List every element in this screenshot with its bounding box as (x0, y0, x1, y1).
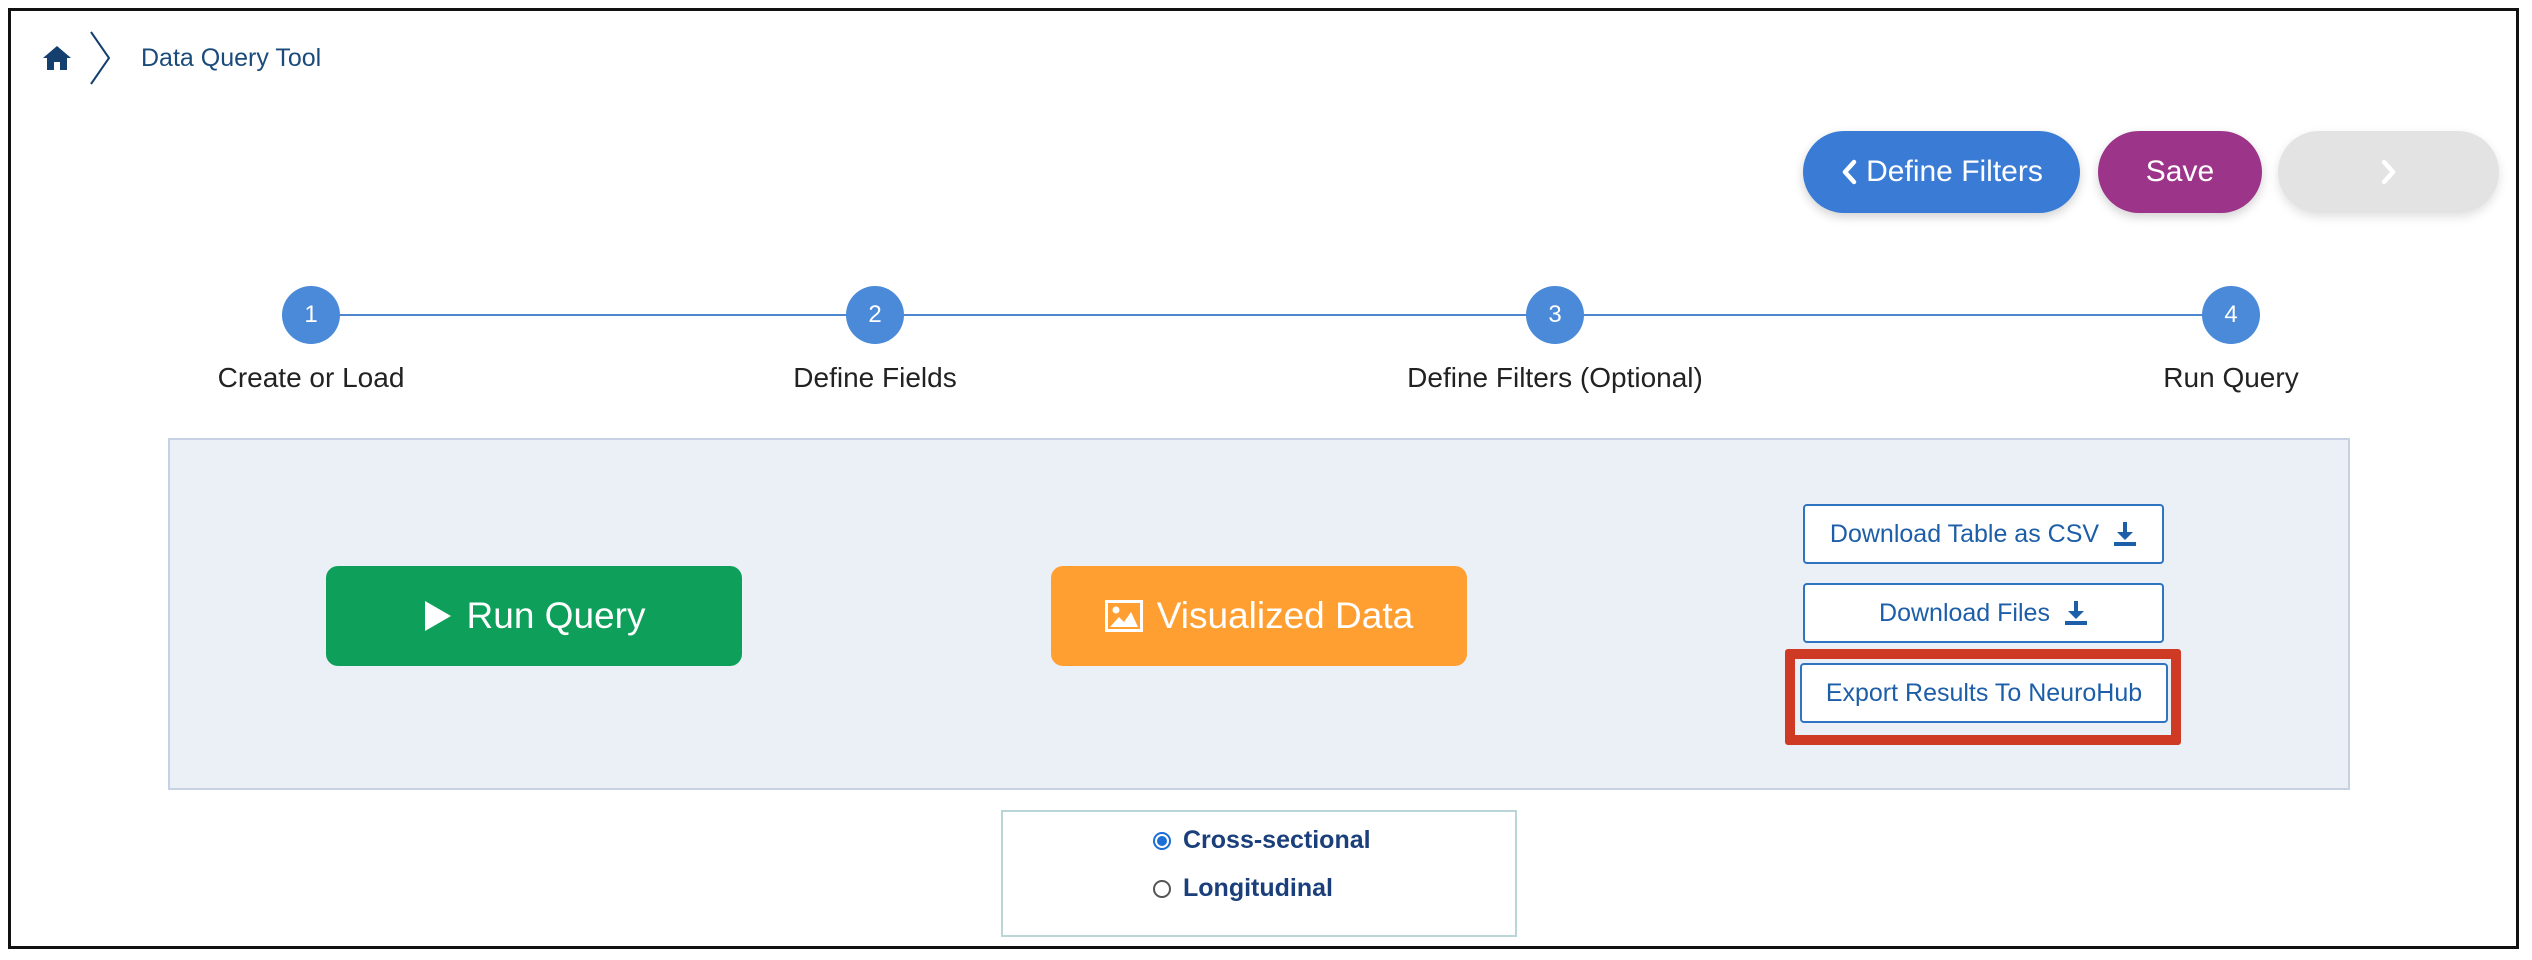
step-3-circle[interactable]: 3 (1526, 286, 1584, 344)
step-connector (1584, 314, 2204, 316)
radio-longitudinal[interactable]: Longitudinal (1153, 874, 1333, 903)
step-2-number: 2 (868, 301, 882, 328)
step-connector (904, 314, 1556, 316)
run-query-label: Run Query (466, 595, 646, 636)
step-2-label: Define Fields (793, 362, 957, 393)
step-4-circle[interactable]: 4 (2202, 286, 2260, 344)
step-1-label: Create or Load (217, 362, 405, 393)
step-4-label: Run Query (2163, 362, 2299, 393)
radio-cross-sectional-input[interactable] (1153, 831, 1171, 850)
download-csv-button[interactable]: Download Table as CSV (1803, 504, 2164, 564)
download-files-button[interactable]: Download Files (1803, 583, 2164, 643)
step-2-circle[interactable]: 2 (846, 286, 904, 344)
step-1-number: 1 (304, 301, 318, 328)
radio-cross-sectional-label[interactable]: Cross-sectional (1183, 826, 1371, 855)
image-icon (1104, 600, 1143, 632)
step-1-circle[interactable]: 1 (282, 286, 340, 344)
progress-stepper: 1 2 3 4 Create or Load Define Fields Def… (0, 0, 2532, 420)
download-files-label: Download Files (1879, 598, 2050, 627)
visualize-data-label: Visualized Data (1156, 595, 1414, 636)
step-connector (340, 314, 850, 316)
step-4-number: 4 (2224, 301, 2238, 328)
radio-cross-sectional[interactable]: Cross-sectional (1153, 826, 1371, 855)
download-icon (2113, 521, 2137, 547)
export-neurohub-label: Export Results To NeuroHub (1825, 678, 2143, 707)
run-query-button[interactable]: Run Query (326, 566, 742, 666)
step-3-number: 3 (1548, 301, 1562, 328)
radio-longitudinal-label[interactable]: Longitudinal (1183, 874, 1333, 903)
visualize-data-button[interactable]: Visualized Data (1051, 566, 1467, 666)
step-3-label: Define Filters (Optional) (1407, 362, 1703, 393)
play-icon (423, 599, 453, 633)
download-csv-label: Download Table as CSV (1829, 519, 2100, 548)
export-neurohub-button[interactable]: Export Results To NeuroHub (1800, 663, 2168, 723)
data-mode-group: Cross-sectional Longitudinal (1001, 810, 1517, 937)
radio-longitudinal-input[interactable] (1153, 879, 1171, 898)
download-icon (2064, 600, 2088, 626)
